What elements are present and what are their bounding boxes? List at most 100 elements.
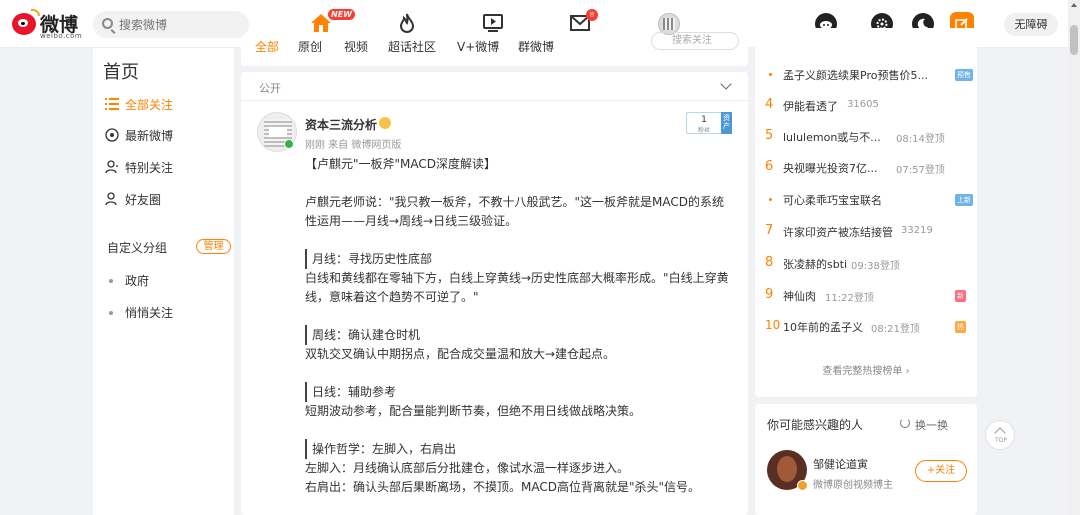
hot-item[interactable]: 8 张凌赫的sbti 09:38登顶 xyxy=(765,255,970,275)
back-to-top-button[interactable]: TOP xyxy=(985,420,1015,450)
hot-item-meta: 07:57登顶 xyxy=(896,165,945,176)
section-heading: 月线：寻找历史性底部 xyxy=(305,249,432,269)
hot-item-meta: 08:21登顶 xyxy=(871,324,920,335)
hot-item-meta: 09:38登顶 xyxy=(851,261,900,272)
page-scrollbar[interactable] xyxy=(1068,0,1080,515)
post-line: 双轨交叉确认中期拐点，配合成交量温和放大→建仓起点。 xyxy=(305,347,616,361)
tab-original[interactable]: 原创 xyxy=(298,38,322,52)
hot-rank: 4 xyxy=(765,97,774,112)
hot-item[interactable]: 5 lululemon或与不... 08:14登顶 xyxy=(765,128,970,148)
hot-item-title: 伊能看透了 xyxy=(783,100,838,113)
post-line: 右肩出：确认头部后果断离场，不摸顶。MACD高位背离就是"杀头"信号。 xyxy=(305,480,701,494)
feed-tabs: 全部 原创 视频 超话社区 V+微博 群微博 搜索关注 xyxy=(241,32,748,66)
post-line: 【卢麒元"一板斧"MACD深度解读】 xyxy=(305,157,497,171)
hot-item[interactable]: 4 伊能看透了 31605 xyxy=(765,97,970,117)
switch-button[interactable]: 换一换 xyxy=(900,417,948,433)
chevron-down-icon[interactable] xyxy=(720,78,732,90)
video-icon xyxy=(483,14,503,32)
friends-icon xyxy=(105,192,117,206)
hot-rank: 9 xyxy=(765,287,774,302)
manage-button[interactable]: 管理 xyxy=(196,239,231,254)
fan-count-box[interactable]: 1 粉丝 资产 xyxy=(686,112,732,134)
hot-item[interactable]: 可心柔乖巧宝宝联名 上新 xyxy=(765,191,973,211)
post-line: 卢麒元老师说："我只教一板斧，不教十八般武艺。"这一板斧就是MACD的系统 xyxy=(305,195,725,209)
hot-item-title: 可心柔乖巧宝宝联名 xyxy=(783,194,882,207)
sidebar-item-label: 特别关注 xyxy=(125,161,174,175)
hot-item[interactable]: 7 许家印资产被冻结接管 33219 xyxy=(765,223,970,243)
tab-video[interactable]: 视频 xyxy=(344,38,368,52)
sidebar-item-label: 最新微博 xyxy=(125,129,174,143)
logo-sub: weibo.com xyxy=(40,32,83,40)
post-line: 短期波动参考，配合量能判断节奏，但绝不用日线做战略决策。 xyxy=(305,404,642,418)
hot-item-meta: 31605 xyxy=(847,99,879,110)
tab-super-topic[interactable]: 超话社区 xyxy=(388,38,436,52)
clock-icon xyxy=(105,128,119,142)
verified-badge-icon xyxy=(797,480,808,491)
hot-tag: 新 xyxy=(955,290,966,302)
tab-vplus[interactable]: V+微博 xyxy=(457,38,499,52)
verified-badge-icon xyxy=(284,139,294,149)
hot-tag: 上新 xyxy=(955,194,973,206)
section-heading: 操作哲学：左脚入，右肩出 xyxy=(305,439,456,459)
section-heading: 周线：确认建仓时机 xyxy=(305,325,420,345)
user-icon xyxy=(105,160,118,174)
fire-icon xyxy=(399,13,415,33)
hot-item[interactable]: 9 神仙肉 11:22登顶 新 xyxy=(765,287,970,307)
section-heading: 日线：辅助参考 xyxy=(305,382,396,402)
left-sidebar: 首页 全部关注 最新微博 特别关注 好友圈 自定义分组 管理 政府 悄悄关注 xyxy=(93,48,234,515)
message-count-badge: 8 xyxy=(586,9,598,21)
view-full-hot-list-link[interactable]: 查看完整热搜榜单 › xyxy=(755,362,977,377)
hot-rank: 8 xyxy=(765,255,774,270)
post-author-name[interactable]: 资本三流分析 xyxy=(305,116,377,133)
hot-rank: 10 xyxy=(765,318,781,332)
fan-label: 粉丝 xyxy=(697,127,710,134)
list-icon xyxy=(105,98,119,110)
follow-button[interactable]: +关注 xyxy=(915,460,967,482)
recommend-user-desc: 微博原创视频博主 xyxy=(813,480,893,491)
hot-item-title: 孟子义颜选续果Pro预售价5... xyxy=(783,69,928,82)
hot-item[interactable]: 10 10年前的孟子义 08:21登顶 热 xyxy=(765,318,970,338)
hot-tag: 热 xyxy=(955,321,966,333)
follow-search-input[interactable]: 搜索关注 xyxy=(651,32,739,50)
search-box[interactable] xyxy=(93,11,249,38)
recommend-panel: 你可能感兴趣的人 换一换 邹健论道寅 微博原创视频博主 +关注 xyxy=(755,404,977,515)
sidebar-item-label: 全部关注 xyxy=(125,98,174,112)
hot-item-title: lululemon或与不... xyxy=(783,131,881,144)
visibility-label: 公开 xyxy=(259,82,281,95)
hot-tag: 预售 xyxy=(955,69,973,81)
recommend-user-name[interactable]: 邹健论道寅 xyxy=(813,456,868,472)
scrollbar-thumb[interactable] xyxy=(1070,25,1078,55)
search-input[interactable] xyxy=(119,14,239,35)
crown-icon xyxy=(379,117,391,129)
hot-rank: 7 xyxy=(765,223,774,238)
hot-item-title: 神仙肉 xyxy=(783,290,816,303)
hot-rank: 5 xyxy=(765,128,774,143)
fan-side-label: 资产 xyxy=(721,112,732,134)
hot-item-title: 许家印资产被冻结接管 xyxy=(783,226,893,239)
hot-item-title: 央视曝光投资7亿... xyxy=(783,162,878,175)
scroll-up-arrow-icon[interactable] xyxy=(1071,3,1077,7)
weibo-eye-icon xyxy=(12,13,36,35)
post-line: 性运用——月线→周线→日线三级验证。 xyxy=(305,214,518,228)
fan-count: 1 xyxy=(701,115,707,125)
post-card: 公开 资本三流分析 刚刚 来自 微博网页版 1 粉丝 资产 【卢麒元"一板斧"M… xyxy=(241,72,748,515)
post-line: 左脚入：月线确认底部后分批建仓，像试水温一样逐步进入。 xyxy=(305,461,630,475)
accessibility-button[interactable]: 无障碍 xyxy=(1004,13,1058,36)
hot-item-title: 10年前的孟子义 xyxy=(783,321,863,334)
tab-group[interactable]: 群微博 xyxy=(518,38,554,52)
hot-search-panel: 孟子义颜选续果Pro预售价5... 预售 4 伊能看透了 31605 5 lul… xyxy=(755,28,977,397)
new-badge: NEW xyxy=(328,9,355,20)
hot-rank: 6 xyxy=(765,159,774,174)
refresh-icon xyxy=(900,418,910,428)
search-icon xyxy=(102,18,113,29)
hot-item-meta: 11:22登顶 xyxy=(825,293,874,304)
custom-group-title: 自定义分组 xyxy=(107,241,168,255)
hot-item[interactable]: 6 央视曝光投资7亿... 07:57登顶 xyxy=(765,159,970,179)
tab-all[interactable]: 全部 xyxy=(255,38,279,52)
post-line: 白线和黄线都在零轴下方，白线上穿黄线→历史性底部大概率形成。"白线上穿黄 xyxy=(305,271,729,285)
weibo-logo[interactable]: 微博 weibo.com xyxy=(12,9,84,41)
sidebar-title: 首页 xyxy=(103,62,139,83)
hot-item[interactable]: 孟子义颜选续果Pro预售价5... 预售 xyxy=(765,66,973,86)
hot-item-title: 张凌赫的sbti xyxy=(783,258,848,271)
sidebar-item-label: 好友圈 xyxy=(125,193,162,207)
